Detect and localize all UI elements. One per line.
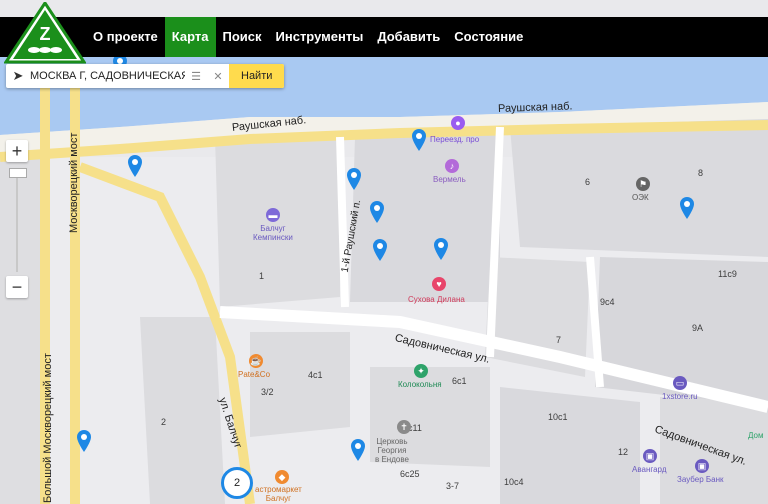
location-pin-icon[interactable] — [126, 154, 144, 178]
poi-label-pate[interactable]: Pate&Co — [238, 370, 270, 379]
poi-label-1xstore[interactable]: 1xstore.ru — [662, 392, 698, 401]
map-canvas[interactable]: Раушская наб. Раушская наб. Большой Моск… — [0, 57, 768, 504]
house-number: 8 — [698, 168, 704, 178]
house-number: 2 — [161, 417, 167, 427]
top-navigation-bar: О проекте Карта Поиск Инструменты Добави… — [0, 17, 768, 57]
search-input[interactable]: МОСКВА Г, САДОВНИЧЕСКАЯ — [30, 70, 185, 82]
poi-label-church[interactable]: Церковь Георгия в Ендове — [375, 437, 409, 464]
restaurant-icon[interactable]: ♥ — [432, 277, 446, 291]
nav-item-search[interactable]: Поиск — [216, 17, 269, 57]
nav-item-map[interactable]: Карта — [164, 17, 216, 57]
street-label-bolshoy-moskvoretsky: Большой Москворецкий мост — [42, 353, 54, 503]
hotel-icon[interactable]: ▬ — [266, 208, 280, 222]
location-pin-icon[interactable] — [432, 237, 450, 261]
location-pin-icon[interactable] — [349, 438, 367, 462]
main-nav: О проекте Карта Поиск Инструменты Добави… — [86, 17, 530, 57]
bank-icon[interactable]: ▣ — [695, 459, 709, 473]
zoom-out-button[interactable]: − — [6, 276, 28, 298]
zoom-slider-handle[interactable] — [9, 168, 27, 178]
house-number: 1 — [259, 271, 265, 281]
house-number: 6с1 — [452, 376, 467, 386]
location-pin-icon[interactable] — [345, 167, 363, 191]
landmark-icon[interactable]: ✦ — [414, 364, 428, 378]
house-number: 3-7 — [446, 481, 460, 491]
building-block — [140, 317, 225, 504]
road-raushsky-per — [336, 136, 349, 308]
building-block — [250, 332, 350, 437]
site-logo[interactable]: Z — [4, 2, 86, 64]
address-search: ➤ МОСКВА Г, САДОВНИЧЕСКАЯ ☰ ✕ Найти — [6, 64, 285, 88]
house-number: 11с9 — [718, 269, 737, 279]
clear-icon[interactable]: ✕ — [207, 70, 229, 83]
location-pin-icon[interactable] — [410, 128, 428, 152]
music-icon[interactable]: ♪ — [445, 159, 459, 173]
street-label-moskvoretsky: Москворецкий мост — [68, 132, 80, 233]
location-pin-icon[interactable] — [368, 200, 386, 224]
house-number: 7 — [556, 335, 562, 345]
house-number: 12 — [618, 447, 629, 457]
poi-label-kolokolnya[interactable]: Колокольня — [398, 380, 442, 389]
poi-label-oek[interactable]: ОЭК — [632, 193, 649, 202]
poi-label-gastro[interactable]: астромаркет Балчуг — [255, 485, 302, 503]
geolocation-arrow-icon[interactable]: ➤ — [6, 64, 30, 88]
store-icon[interactable]: ▭ — [673, 376, 687, 390]
poi-label-vermel[interactable]: Вермель — [433, 175, 466, 184]
zoom-in-button[interactable]: + — [6, 140, 28, 162]
shop-icon[interactable]: ◆ — [275, 470, 289, 484]
house-number: 6 — [585, 177, 591, 187]
building-block — [0, 157, 40, 504]
nav-item-tools[interactable]: Инструменты — [269, 17, 371, 57]
house-number: 4с1 — [308, 370, 323, 380]
house-number: 10с1 — [548, 412, 568, 422]
house-number: 6с25 — [400, 469, 420, 479]
poi-label-zauber[interactable]: Заубер Банк — [677, 475, 724, 484]
poi-label-dom[interactable]: Дом — [748, 431, 763, 440]
flag-icon[interactable]: ⚑ — [636, 177, 650, 191]
church-icon[interactable]: ✝ — [397, 420, 411, 434]
menu-lines-icon[interactable]: ☰ — [185, 70, 207, 83]
house-number: 3/2 — [261, 387, 274, 397]
house-number: 9А — [692, 323, 704, 333]
poi-label-baltchug[interactable]: Балчуг Кемпински — [253, 224, 293, 242]
cafe-icon[interactable]: ☕ — [249, 354, 263, 368]
house-number: 10с4 — [504, 477, 524, 487]
svg-text:Z: Z — [40, 24, 51, 44]
poi-label-sukhova[interactable]: Сухова Дилана — [408, 295, 465, 304]
location-pin-icon[interactable] — [75, 429, 93, 453]
nav-item-status[interactable]: Состояние — [447, 17, 530, 57]
nav-item-add[interactable]: Добавить — [370, 17, 447, 57]
find-button[interactable]: Найти — [229, 64, 285, 88]
poi-label-pereezd[interactable]: Переезд. про — [430, 135, 479, 144]
bank-icon[interactable]: ▣ — [643, 449, 657, 463]
location-pin-icon[interactable] — [678, 196, 696, 220]
nav-item-about[interactable]: О проекте — [86, 17, 165, 57]
poi-label-avangard[interactable]: Авангард — [632, 465, 667, 474]
house-number: 9с4 — [600, 297, 615, 307]
zoom-slider-track[interactable] — [16, 168, 18, 272]
location-pin-icon[interactable] — [371, 238, 389, 262]
cluster-marker[interactable]: 2 — [221, 467, 253, 499]
poi-pin-icon[interactable]: ● — [451, 116, 465, 130]
